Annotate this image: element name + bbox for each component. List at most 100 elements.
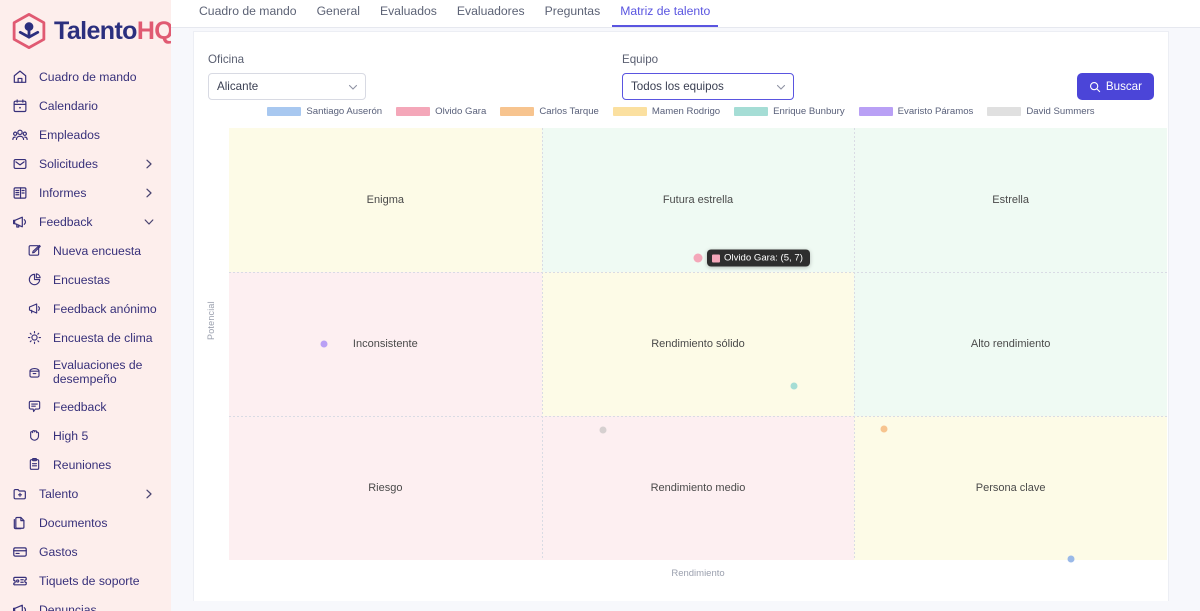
legend-label: Enrique Bunbury [773,106,844,117]
data-point[interactable] [1068,556,1075,563]
sidebar-item-reuniones[interactable]: Reuniones [0,450,171,479]
brand-name-primary: Talento [54,17,137,45]
chart-tooltip: Olvido Gara: (5, 7) [707,250,810,267]
folder-plus-icon [10,484,30,504]
clipboard-icon [24,455,44,475]
tab-evaluadores[interactable]: Evaluadores [447,0,535,26]
sidebar-item-label: High 5 [53,429,88,443]
legend-swatch [396,107,430,116]
quadrant-label: Futura estrella [663,194,733,206]
sidebar-item-label: Feedback [53,400,107,414]
sidebar-item-label: Denuncias [39,603,97,611]
quadrant-label: Alto rendimiento [971,338,1051,350]
sidebar-item-empleados[interactable]: Empleados [0,120,171,149]
quadrant-label: Enigma [367,194,404,206]
team-label: Equipo [622,53,794,66]
search-button-label: Buscar [1106,80,1142,93]
sidebar-item-cuadro-de-mando[interactable]: Cuadro de mando [0,62,171,91]
tab-general[interactable]: General [307,0,370,26]
sidebar-item-feedback-anónimo[interactable]: Feedback anónimo [0,294,171,323]
tab-cuadro-de-mando[interactable]: Cuadro de mando [189,0,307,26]
y-axis-label-text: Potencial [206,301,216,340]
sidebar-item-talento[interactable]: Talento [0,479,171,508]
sidebar: TalentoHQ Cuadro de mandoCalendarioEmple… [0,0,171,611]
documents-icon [10,513,30,533]
cube-logo-icon [8,10,50,52]
legend-item[interactable]: Carlos Tarque [500,106,599,117]
edit-square-icon [24,241,44,261]
quadrant-label: Rendimiento sólido [651,338,745,350]
quadrant-estrella: Estrella [854,128,1167,272]
sidebar-item-label: Documentos [39,516,107,530]
legend-swatch [267,107,301,116]
inbox-icon [10,154,30,174]
sidebar-item-denuncias[interactable]: Denuncias [0,595,171,611]
megaphone-outline-icon [24,299,44,319]
legend-item[interactable]: Mamen Rodrigo [613,106,720,117]
sidebar-item-documentos[interactable]: Documentos [0,508,171,537]
data-point[interactable] [790,383,797,390]
legend-item[interactable]: David Summers [987,106,1094,117]
tooltip-swatch [712,254,720,262]
sidebar-item-label: Gastos [39,545,78,559]
office-select[interactable]: Alicante [208,73,366,100]
sidebar-item-label: Encuestas [53,273,110,287]
x-axis-label: Rendimiento [229,568,1167,579]
search-button[interactable]: Buscar [1077,73,1154,100]
quadrant-label: Estrella [992,194,1029,206]
chevron-right-icon[interactable] [143,488,155,500]
legend-item[interactable]: Evaristo Páramos [859,106,974,117]
chevron-down-icon [348,82,358,92]
data-point[interactable] [880,426,887,433]
data-point[interactable] [320,340,327,347]
chart-legend: Santiago Auserón Olvido Gara Carlos Tarque… [194,102,1168,120]
quadrant-rendimiento-medio: Rendimiento medio [542,416,855,560]
chevron-right-icon[interactable] [143,187,155,199]
legend-item[interactable]: Santiago Auserón [267,106,382,117]
sidebar-item-label: Nueva encuesta [53,244,141,258]
sidebar-item-evaluaciones-de-desempeño[interactable]: Evaluaciones de desempeño [0,352,171,392]
tab-evaluados[interactable]: Evaluados [370,0,447,26]
sidebar-item-informes[interactable]: Informes [0,178,171,207]
pie-chart-icon [24,270,44,290]
legend-swatch [859,107,893,116]
brand-name-secondary: HQ [137,17,171,45]
quadrant-label: Inconsistente [353,338,418,350]
legend-item[interactable]: Olvido Gara [396,106,486,117]
legend-item[interactable]: Enrique Bunbury [734,106,844,117]
quadrant-persona-clave: Persona clave [854,416,1167,560]
sidebar-item-solicitudes[interactable]: Solicitudes [0,149,171,178]
quadrant-inconsistente: Inconsistente [229,272,542,416]
brand-logo[interactable]: TalentoHQ [0,0,171,54]
sidebar-item-encuestas[interactable]: Encuestas [0,265,171,294]
sidebar-item-tiquets-de-soporte[interactable]: Tiquets de soporte [0,566,171,595]
sun-icon [24,328,44,348]
sidebar-item-label: Encuesta de clima [53,331,153,345]
sidebar-item-label: Empleados [39,128,100,142]
chevron-down-icon [776,82,786,92]
sidebar-item-feedback[interactable]: Feedback [0,392,171,421]
legend-label: Olvido Gara [435,106,486,117]
filters-bar: Oficina Alicante Equipo Todos los equipo… [194,32,1168,100]
sidebar-item-feedback[interactable]: Feedback [0,207,171,236]
grid-line-horizontal [229,416,1167,417]
sidebar-item-high-5[interactable]: High 5 [0,421,171,450]
office-select-value: Alicante [217,80,258,93]
data-point[interactable] [694,254,703,263]
calendar-icon [10,96,30,116]
team-select[interactable]: Todos los equipos [622,73,794,100]
chevron-right-icon[interactable] [143,158,155,170]
tab-preguntas[interactable]: Preguntas [535,0,611,26]
sidebar-item-nueva-encuesta[interactable]: Nueva encuesta [0,236,171,265]
app-root: TalentoHQ Cuadro de mandoCalendarioEmple… [0,0,1200,611]
data-point[interactable] [600,426,607,433]
sidebar-item-encuesta-de-clima[interactable]: Encuesta de clima [0,323,171,352]
quadrant-label: Rendimiento medio [651,482,746,494]
grid-line-horizontal [229,272,1167,273]
chevron-down-icon[interactable] [143,216,155,228]
tab-matriz-de-talento[interactable]: Matriz de talento [610,0,720,26]
talent-matrix-chart: Potencial Enigma Futura estrella Estrella I… [194,128,1168,593]
sidebar-item-calendario[interactable]: Calendario [0,91,171,120]
talent-matrix-panel: Oficina Alicante Equipo Todos los equipo… [193,31,1169,601]
sidebar-item-gastos[interactable]: Gastos [0,537,171,566]
